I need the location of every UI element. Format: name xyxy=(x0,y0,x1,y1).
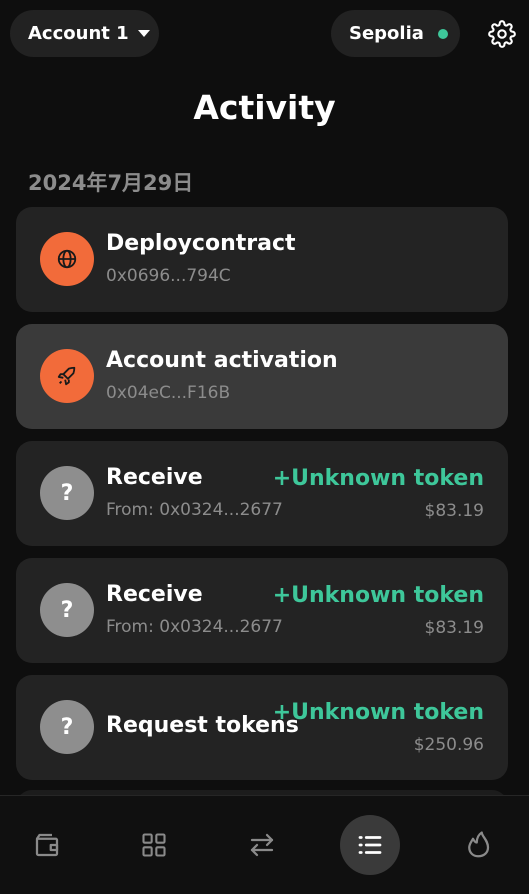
activity-amount: +Unknown token xyxy=(272,700,484,725)
caret-down-icon xyxy=(137,30,150,37)
activity-address: From: 0x0324...2677 xyxy=(106,500,283,520)
activity-fiat-value: $83.19 xyxy=(424,501,484,521)
page-title: Activity xyxy=(193,88,336,127)
gear-icon[interactable] xyxy=(485,17,519,51)
wallet-icon[interactable] xyxy=(17,815,77,875)
activity-address: 0x04eC...F16B xyxy=(106,383,231,403)
activity-address: From: 0x0324...2677 xyxy=(106,617,283,637)
rocket-icon xyxy=(40,349,94,403)
activity-title: Request tokens xyxy=(106,713,299,738)
activity-fiat-value: $83.19 xyxy=(424,618,484,638)
activity-item[interactable]: Account activation 0x04eC...F16B xyxy=(16,324,508,429)
flame-icon[interactable] xyxy=(448,815,508,875)
activity-item[interactable]: Deploycontract 0x0696...794C xyxy=(16,207,508,312)
list-icon[interactable] xyxy=(340,815,400,875)
globe-icon xyxy=(40,232,94,286)
grid-icon[interactable] xyxy=(124,815,184,875)
network-selector-button[interactable]: Sepolia xyxy=(331,10,460,57)
question-icon: ? xyxy=(40,466,94,520)
question-icon: ? xyxy=(40,700,94,754)
activity-address: 0x0696...794C xyxy=(106,266,231,286)
activity-item[interactable]: ? Request tokens +Unknown token $250.96 xyxy=(16,675,508,780)
activity-item[interactable]: ? Receive From: 0x0324...2677 +Unknown t… xyxy=(16,558,508,663)
question-icon: ? xyxy=(40,583,94,637)
activity-amount: +Unknown token xyxy=(272,466,484,491)
account-label: Account 1 xyxy=(28,23,129,44)
wallet-app: Account 1 Sepolia Activity 2024年7月29日 De… xyxy=(0,0,529,894)
activity-amount: +Unknown token xyxy=(272,583,484,608)
activity-item[interactable]: ? Receive From: 0x0324...2677 +Unknown t… xyxy=(16,441,508,546)
network-status-dot xyxy=(437,28,448,39)
activity-title: Receive xyxy=(106,465,203,490)
bottom-nav xyxy=(0,795,529,894)
header: Account 1 Sepolia xyxy=(10,10,519,57)
activity-title: Deploycontract xyxy=(106,231,296,256)
account-selector-button[interactable]: Account 1 xyxy=(10,10,159,57)
activity-title: Receive xyxy=(106,582,203,607)
activity-fiat-value: $250.96 xyxy=(413,735,484,755)
activity-title: Account activation xyxy=(106,348,338,373)
swap-icon[interactable] xyxy=(232,815,292,875)
network-label: Sepolia xyxy=(349,23,424,44)
date-heading: 2024年7月29日 xyxy=(28,171,194,195)
